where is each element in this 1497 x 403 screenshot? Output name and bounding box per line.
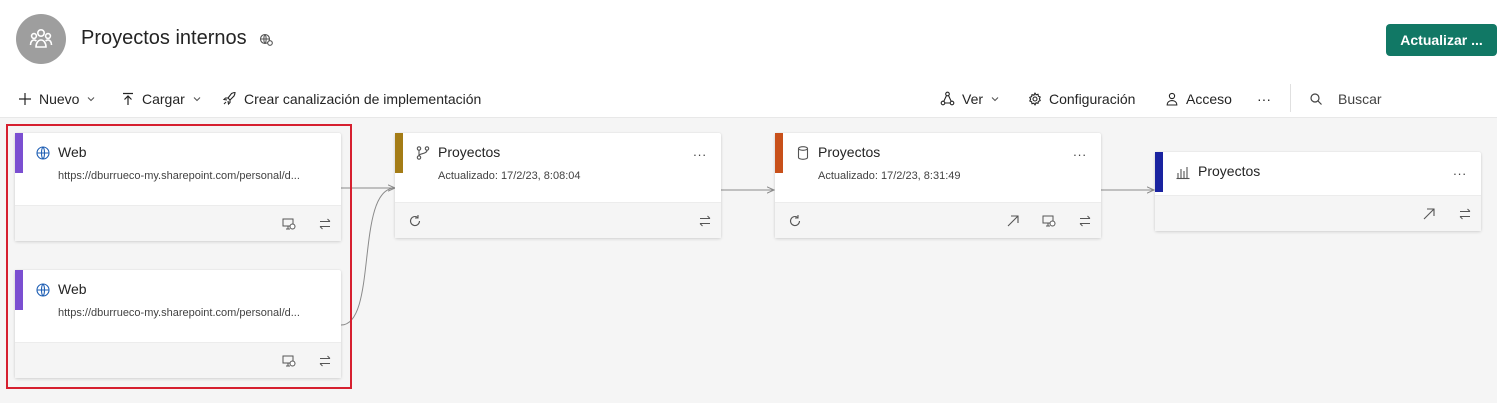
- swap-icon[interactable]: [1458, 207, 1472, 221]
- upload-label: Cargar: [142, 90, 185, 107]
- search-placeholder: Buscar: [1338, 90, 1382, 107]
- chevron-down-icon: [88, 96, 95, 101]
- refresh-button[interactable]: Actualizar ...: [1386, 24, 1497, 56]
- workspace-title: Proyectos internos: [81, 27, 247, 49]
- access-label: Acceso: [1186, 90, 1232, 107]
- dataflow-icon: [416, 146, 430, 160]
- selection-highlight: [6, 124, 352, 389]
- plus-icon: [19, 92, 31, 105]
- lineage-canvas: Web https://dburrueco-my.sharepoint.com/…: [0, 118, 1497, 403]
- upload-icon: [123, 92, 133, 105]
- view-label: Ver: [962, 90, 984, 107]
- card-more-button[interactable]: ...: [1073, 144, 1087, 159]
- toolbar: Nuevo Cargar Crear canalización de imple…: [0, 80, 1497, 118]
- card-footer: [395, 202, 721, 238]
- swap-icon[interactable]: [1078, 214, 1092, 228]
- rocket-icon: [222, 91, 236, 106]
- gateway-icon[interactable]: [1042, 214, 1056, 228]
- view-button[interactable]: Ver: [940, 80, 1000, 117]
- create-pipeline-label: Crear canalización de implementación: [244, 90, 482, 107]
- chevron-down-icon: [991, 96, 999, 101]
- access-button[interactable]: Acceso: [1165, 80, 1232, 117]
- workspace-header: Proyectos internos Actualizar ...: [0, 0, 1497, 80]
- settings-button[interactable]: Configuración: [1028, 80, 1135, 117]
- more-label: ···: [1257, 90, 1271, 107]
- search-icon: [1310, 92, 1322, 105]
- new-label: Nuevo: [39, 90, 80, 107]
- refresh-icon[interactable]: [788, 214, 802, 228]
- dataset-card[interactable]: Proyectos ... Actualizado: 17/2/23, 8:31…: [775, 133, 1101, 238]
- workspace-settings-icon[interactable]: [258, 31, 274, 47]
- swap-icon[interactable]: [698, 214, 712, 228]
- card-title: Proyectos: [818, 144, 881, 160]
- card-accent: [775, 133, 783, 173]
- open-arrow-icon[interactable]: [1422, 207, 1436, 221]
- card-footer: [775, 202, 1101, 238]
- card-updated: Actualizado: 17/2/23, 8:31:49: [818, 170, 961, 182]
- report-icon: [1176, 167, 1190, 180]
- lineage-view-icon: [940, 91, 955, 106]
- dataset-icon: [797, 146, 809, 160]
- search-box[interactable]: Buscar: [1309, 80, 1382, 117]
- dataflow-card[interactable]: Proyectos ... Actualizado: 17/2/23, 8:08…: [395, 133, 721, 238]
- card-more-button[interactable]: ...: [1453, 163, 1467, 178]
- person-icon: [1166, 92, 1178, 106]
- card-title: Proyectos: [1198, 163, 1261, 179]
- gear-icon: [1029, 91, 1041, 106]
- chevron-down-icon: [193, 96, 201, 101]
- new-button[interactable]: Nuevo: [18, 80, 96, 117]
- card-updated: Actualizado: 17/2/23, 8:08:04: [438, 170, 581, 182]
- settings-label: Configuración: [1049, 90, 1136, 107]
- refresh-icon[interactable]: [408, 214, 422, 228]
- report-card[interactable]: Proyectos ...: [1155, 152, 1481, 231]
- card-title: Proyectos: [438, 144, 501, 160]
- upload-button[interactable]: Cargar: [121, 80, 202, 117]
- card-more-button[interactable]: ...: [693, 144, 707, 159]
- group-icon: [29, 29, 53, 48]
- workspace-avatar: [16, 14, 66, 64]
- open-arrow-icon[interactable]: [1006, 214, 1020, 228]
- create-pipeline-button[interactable]: Crear canalización de implementación: [222, 80, 481, 117]
- card-accent: [395, 133, 403, 173]
- card-accent: [1155, 152, 1163, 192]
- card-footer: [1155, 195, 1481, 231]
- more-options-button[interactable]: ···: [1257, 80, 1271, 117]
- toolbar-divider: [1290, 84, 1291, 112]
